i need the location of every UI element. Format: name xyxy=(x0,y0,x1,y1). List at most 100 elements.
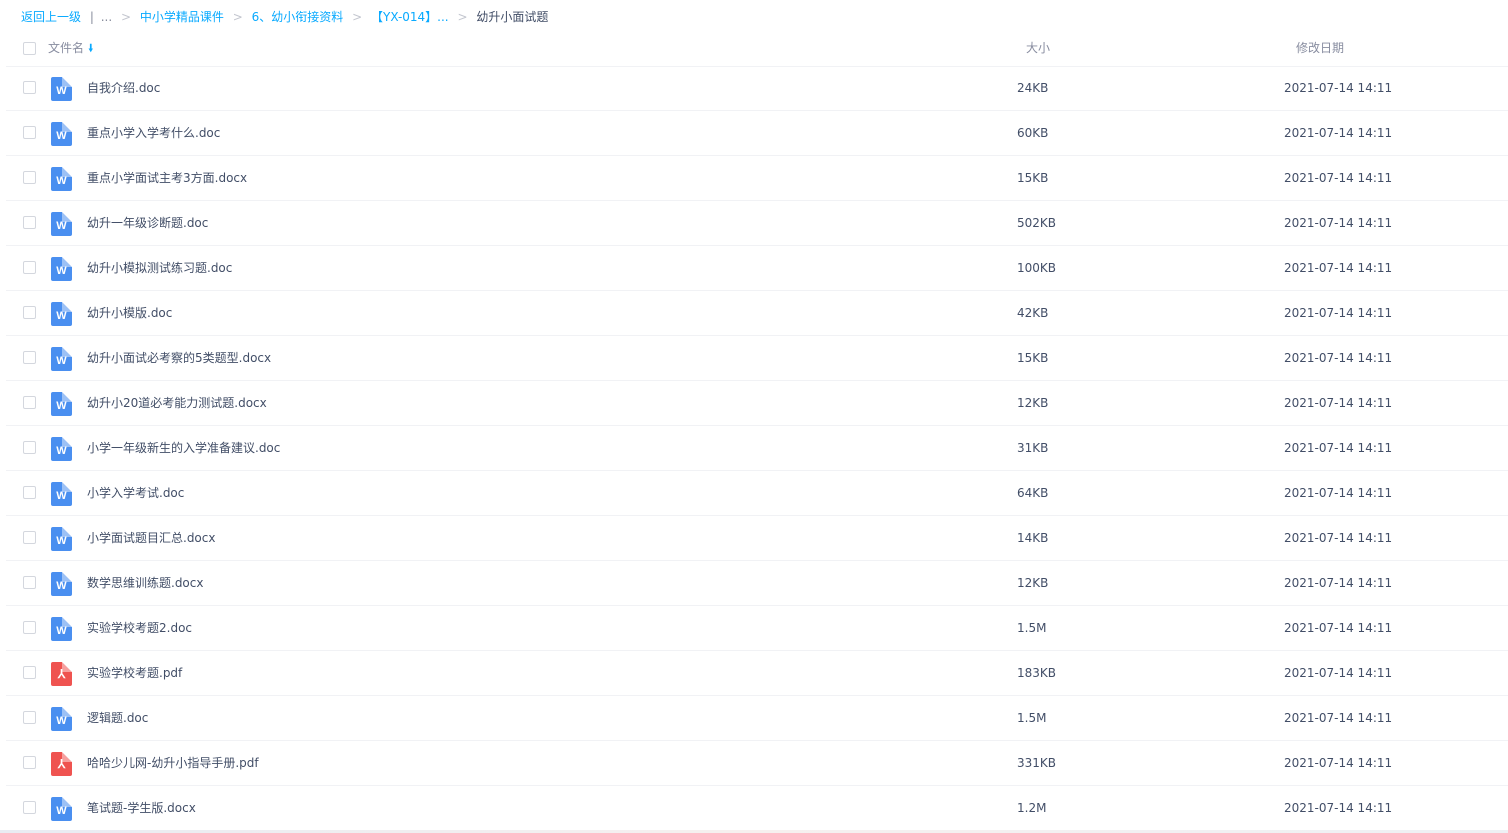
file-date: 2021-07-14 14:11 xyxy=(1284,756,1393,770)
file-date: 2021-07-14 14:11 xyxy=(1284,621,1393,635)
row-checkbox[interactable] xyxy=(23,801,36,814)
file-icon-glyph: W xyxy=(56,265,67,277)
word-file-icon[interactable]: W xyxy=(51,527,72,551)
file-date: 2021-07-14 14:11 xyxy=(1284,306,1393,320)
table-row[interactable]: W 幼升小模版.doc 42KB 2021-07-14 14:11 xyxy=(6,291,1508,336)
table-row[interactable]: W 自我介绍.doc 24KB 2021-07-14 14:11 xyxy=(6,66,1508,111)
column-header-size[interactable]: 大小 xyxy=(1026,30,1050,66)
select-all-checkbox[interactable] xyxy=(23,42,36,55)
table-row[interactable]: W 重点小学入学考什么.doc 60KB 2021-07-14 14:11 xyxy=(6,111,1508,156)
file-icon-glyph: ⅄ xyxy=(57,757,66,771)
file-name[interactable]: 实验学校考题2.doc xyxy=(87,606,192,650)
file-icon-glyph: W xyxy=(56,625,67,637)
table-row[interactable]: W 数学思维训练题.docx 12KB 2021-07-14 14:11 xyxy=(6,561,1508,606)
file-name[interactable]: 重点小学面试主考3方面.docx xyxy=(87,156,247,200)
row-checkbox[interactable] xyxy=(23,756,36,769)
file-name[interactable]: 数学思维训练题.docx xyxy=(87,561,203,605)
table-row[interactable]: W 幼升一年级诊断题.doc 502KB 2021-07-14 14:11 xyxy=(6,201,1508,246)
row-checkbox[interactable] xyxy=(23,441,36,454)
row-checkbox[interactable] xyxy=(23,396,36,409)
word-file-icon[interactable]: W xyxy=(51,302,72,326)
column-header-date[interactable]: 修改日期 xyxy=(1296,30,1344,66)
row-checkbox[interactable] xyxy=(23,261,36,274)
table-row[interactable]: ⅄ 哈哈少儿网-幼升小指导手册.pdf 331KB 2021-07-14 14:11 xyxy=(6,741,1508,786)
table-row[interactable]: W 实验学校考题2.doc 1.5M 2021-07-14 14:11 xyxy=(6,606,1508,651)
row-checkbox[interactable] xyxy=(23,306,36,319)
file-size: 64KB xyxy=(1017,486,1049,500)
file-size: 100KB xyxy=(1017,261,1057,275)
file-icon-glyph: W xyxy=(56,310,67,322)
table-row[interactable]: W 小学一年级新生的入学准备建议.doc 31KB 2021-07-14 14:11 xyxy=(6,426,1508,471)
word-file-icon[interactable]: W xyxy=(51,347,72,371)
word-file-icon[interactable]: W xyxy=(51,482,72,506)
table-row[interactable]: W 笔试题-学生版.docx 1.2M 2021-07-14 14:11 xyxy=(6,786,1508,831)
row-checkbox[interactable] xyxy=(23,666,36,679)
table-row[interactable]: W 幼升小模拟测试练习题.doc 100KB 2021-07-14 14:11 xyxy=(6,246,1508,291)
file-name[interactable]: 幼升小模拟测试练习题.doc xyxy=(87,246,232,290)
file-name[interactable]: 小学面试题目汇总.docx xyxy=(87,516,215,560)
back-link[interactable]: 返回上一级 xyxy=(21,10,81,24)
file-name[interactable]: 幼升小模版.doc xyxy=(87,291,172,335)
breadcrumb-chevron-icon: > xyxy=(457,10,468,24)
row-checkbox[interactable] xyxy=(23,81,36,94)
file-date: 2021-07-14 14:11 xyxy=(1284,666,1393,680)
table-row[interactable]: ⅄ 实验学校考题.pdf 183KB 2021-07-14 14:11 xyxy=(6,651,1508,696)
row-checkbox[interactable] xyxy=(23,126,36,139)
file-date: 2021-07-14 14:11 xyxy=(1284,441,1393,455)
table-row[interactable]: W 小学入学考试.doc 64KB 2021-07-14 14:11 xyxy=(6,471,1508,516)
file-size: 1.5M xyxy=(1017,621,1047,635)
word-file-icon[interactable]: W xyxy=(51,617,72,641)
file-name[interactable]: 笔试题-学生版.docx xyxy=(87,786,196,830)
file-size: 42KB xyxy=(1017,306,1049,320)
file-name[interactable]: 幼升一年级诊断题.doc xyxy=(87,201,208,245)
row-checkbox[interactable] xyxy=(23,171,36,184)
word-file-icon[interactable]: W xyxy=(51,167,72,191)
file-name[interactable]: 实验学校考题.pdf xyxy=(87,651,182,695)
table-row[interactable]: W 小学面试题目汇总.docx 14KB 2021-07-14 14:11 xyxy=(6,516,1508,561)
file-name[interactable]: 哈哈少儿网-幼升小指导手册.pdf xyxy=(87,741,259,785)
file-size: 14KB xyxy=(1017,531,1049,545)
breadcrumb-item-3[interactable]: 【YX-014】... xyxy=(371,10,449,24)
word-file-icon[interactable]: W xyxy=(51,122,72,146)
file-name[interactable]: 逻辑题.doc xyxy=(87,696,148,740)
breadcrumb-item-1[interactable]: 中小学精品课件 xyxy=(140,10,224,24)
file-name[interactable]: 幼升小面试必考察的5类题型.docx xyxy=(87,336,271,380)
table-row[interactable]: W 幼升小面试必考察的5类题型.docx 15KB 2021-07-14 14:11 xyxy=(6,336,1508,381)
arrow-down-icon[interactable]: 🠛 xyxy=(88,42,94,55)
file-name[interactable]: 小学入学考试.doc xyxy=(87,471,184,515)
word-file-icon[interactable]: W xyxy=(51,572,72,596)
row-checkbox[interactable] xyxy=(23,621,36,634)
word-file-icon[interactable]: W xyxy=(51,707,72,731)
word-file-icon[interactable]: W xyxy=(51,392,72,416)
row-checkbox[interactable] xyxy=(23,486,36,499)
breadcrumb-ellipsis[interactable]: ... xyxy=(101,10,112,24)
row-checkbox[interactable] xyxy=(23,351,36,364)
column-header-name-label: 文件名 xyxy=(48,41,85,55)
table-row[interactable]: W 逻辑题.doc 1.5M 2021-07-14 14:11 xyxy=(6,696,1508,741)
file-name[interactable]: 重点小学入学考什么.doc xyxy=(87,111,220,155)
row-checkbox[interactable] xyxy=(23,531,36,544)
row-checkbox[interactable] xyxy=(23,216,36,229)
word-file-icon[interactable]: W xyxy=(51,797,72,821)
row-checkbox[interactable] xyxy=(23,576,36,589)
file-name[interactable]: 自我介绍.doc xyxy=(87,66,160,110)
table-row[interactable]: W 重点小学面试主考3方面.docx 15KB 2021-07-14 14:11 xyxy=(6,156,1508,201)
file-icon-glyph: W xyxy=(56,355,67,367)
breadcrumb-item-2[interactable]: 6、幼小衔接资料 xyxy=(252,10,344,24)
word-file-icon[interactable]: W xyxy=(51,212,72,236)
word-file-icon[interactable]: W xyxy=(51,437,72,461)
pdf-file-icon[interactable]: ⅄ xyxy=(51,662,72,686)
file-size: 183KB xyxy=(1017,666,1057,680)
file-size: 24KB xyxy=(1017,81,1049,95)
word-file-icon[interactable]: W xyxy=(51,257,72,281)
file-size: 15KB xyxy=(1017,351,1049,365)
file-icon-glyph: W xyxy=(56,715,67,727)
column-header-name[interactable]: 文件名 🠛 xyxy=(48,30,94,66)
file-name[interactable]: 小学一年级新生的入学准备建议.doc xyxy=(87,426,280,470)
row-checkbox[interactable] xyxy=(23,711,36,724)
breadcrumb-chevron-icon: > xyxy=(121,10,132,24)
word-file-icon[interactable]: W xyxy=(51,77,72,101)
table-row[interactable]: W 幼升小20道必考能力测试题.docx 12KB 2021-07-14 14:11 xyxy=(6,381,1508,426)
file-name[interactable]: 幼升小20道必考能力测试题.docx xyxy=(87,381,267,425)
pdf-file-icon[interactable]: ⅄ xyxy=(51,752,72,776)
